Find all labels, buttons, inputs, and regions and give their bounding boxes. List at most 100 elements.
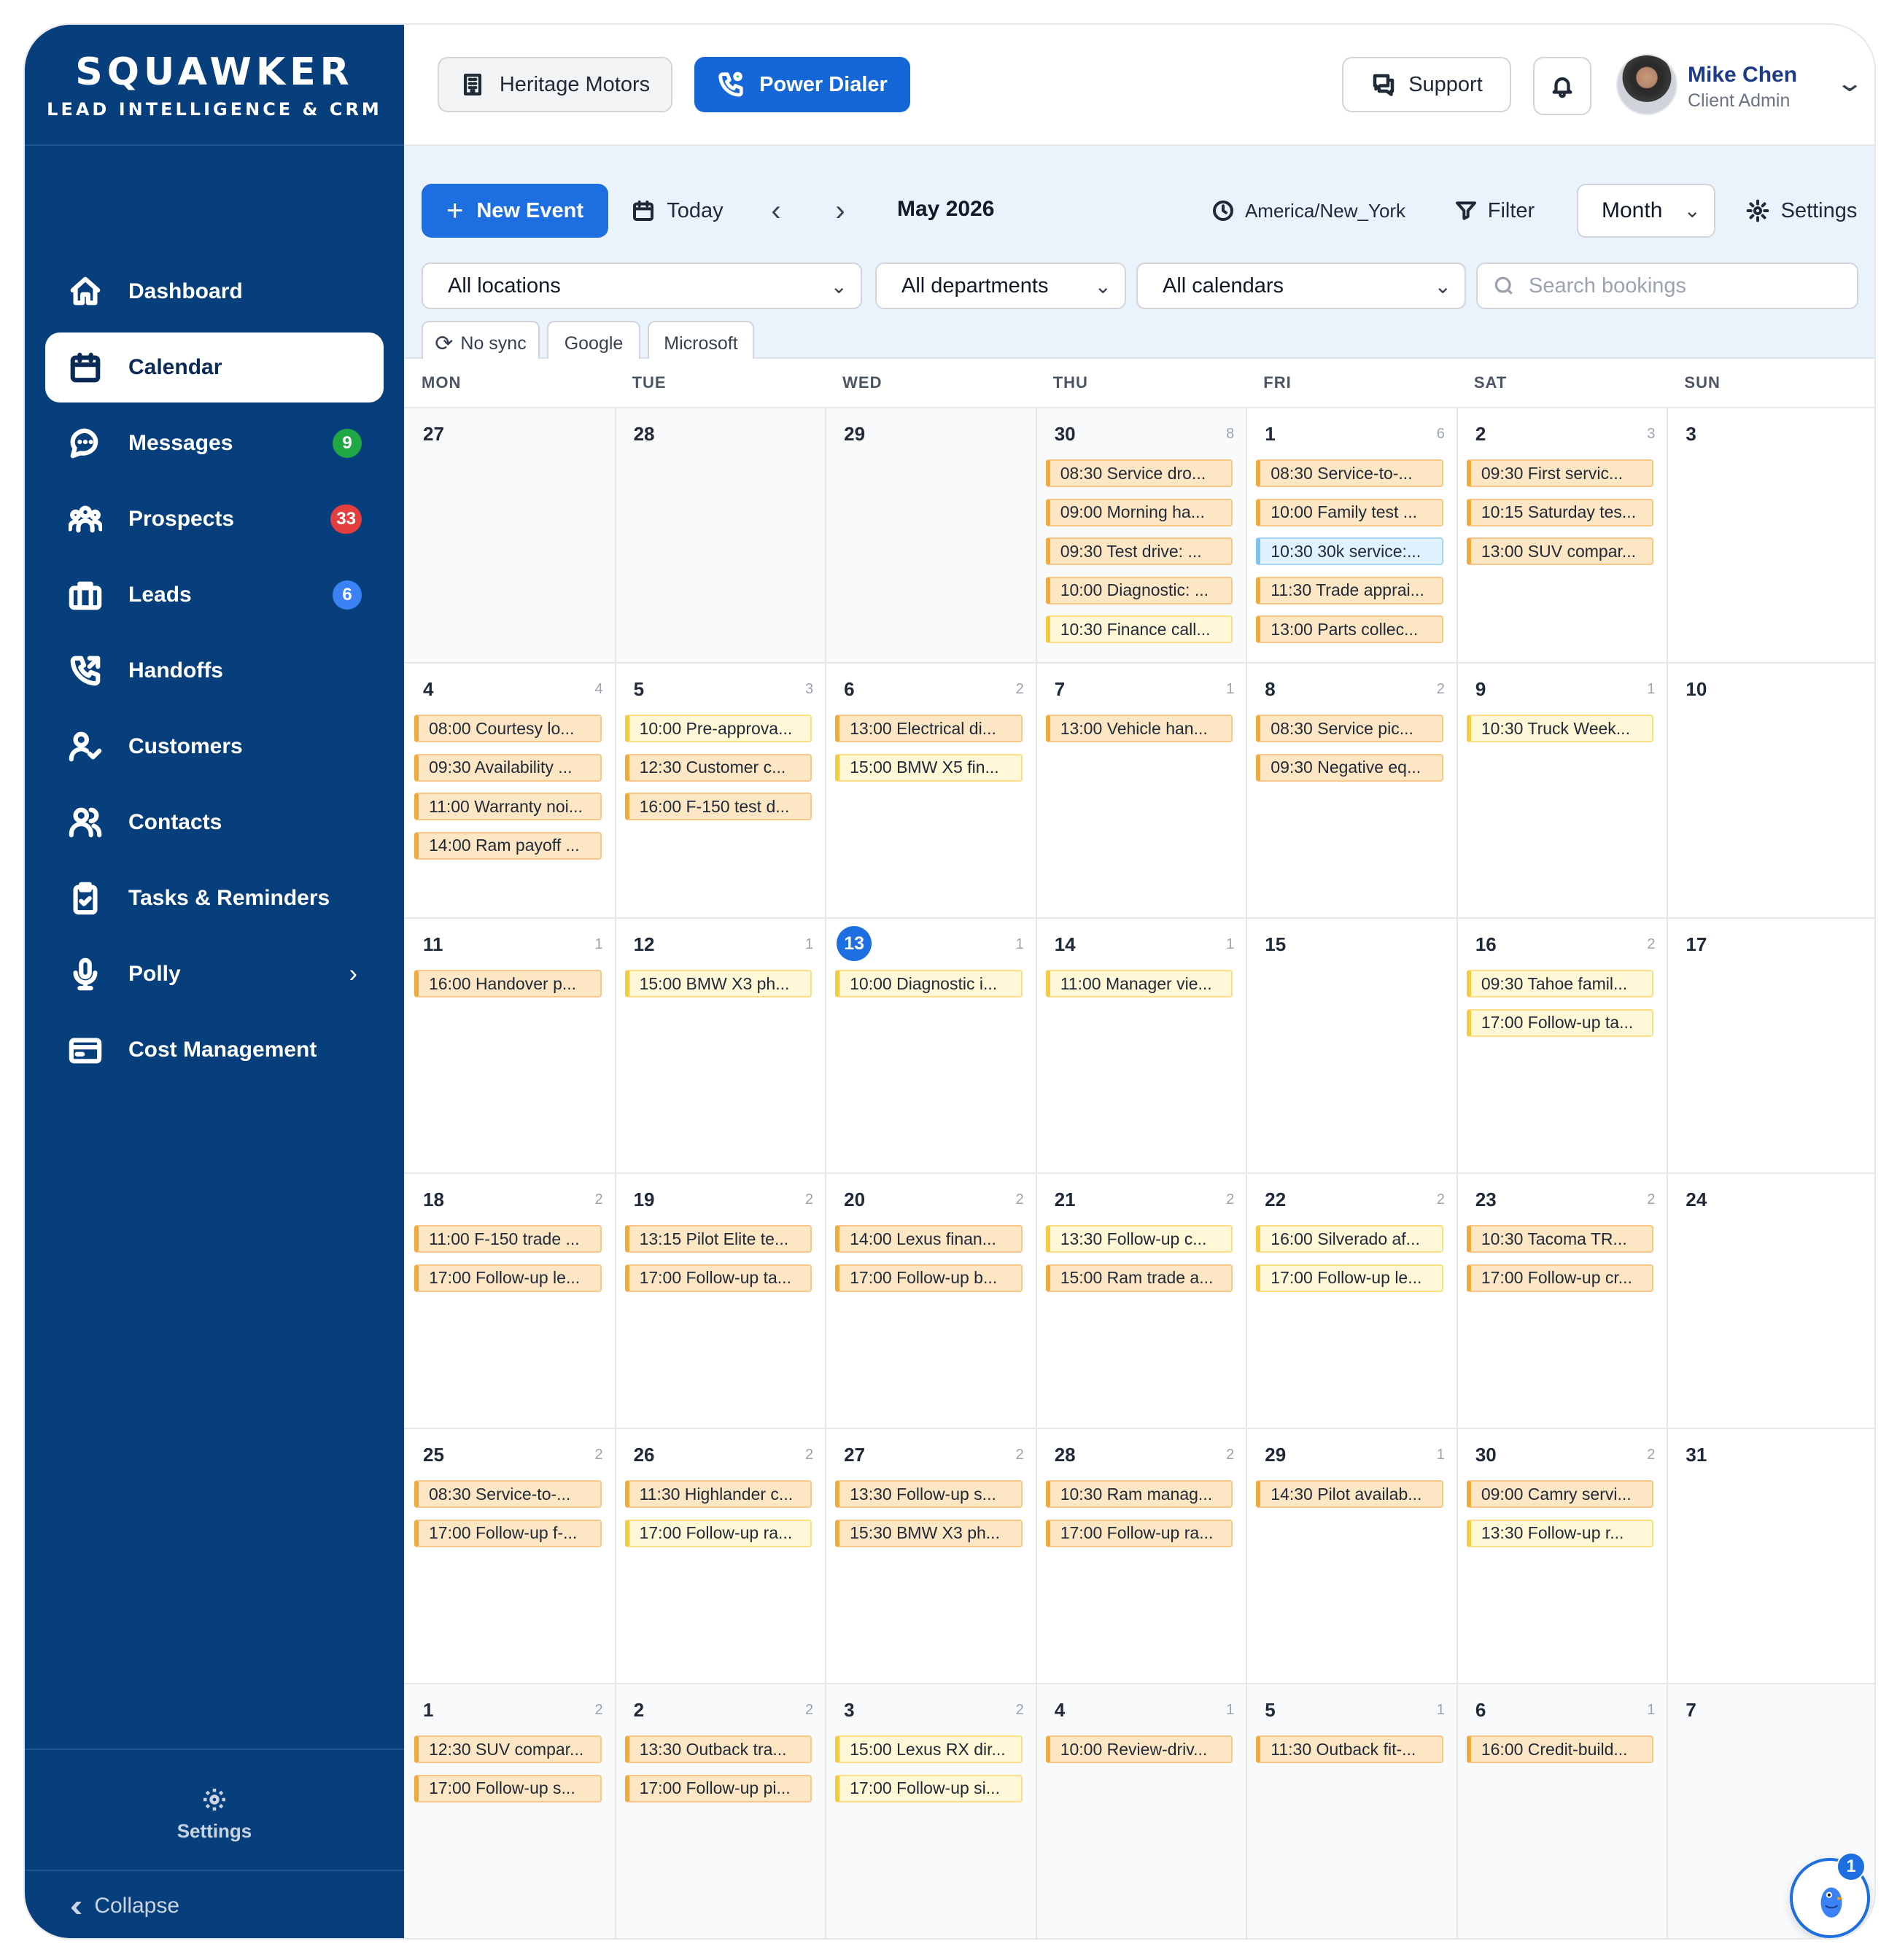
calendar-event[interactable]: 10:00 Family test ... (1256, 498, 1443, 526)
day-cell[interactable]: 26 2 11:30 Highlander c... 17:00 Follow-up … (615, 1428, 826, 1683)
calendar-event[interactable]: 15:00 BMW X5 fin... (835, 753, 1023, 782)
chevron-down-icon[interactable]: ⌄ (1835, 69, 1864, 98)
calendar-settings-button[interactable]: Settings (1729, 184, 1874, 238)
calendar-event[interactable]: 09:30 Tahoe famil... (1466, 970, 1654, 998)
calendar-event[interactable]: 16:00 F-150 test d... (624, 793, 812, 820)
day-number[interactable]: 29 (844, 423, 865, 446)
calendar-event[interactable]: 11:30 Highlander c... (624, 1480, 812, 1508)
departments-select[interactable]: All departments ⌄ (875, 262, 1126, 309)
collapse-button[interactable]: ‹‹ Collapse (25, 1870, 404, 1938)
day-number[interactable]: 6 (1475, 1699, 1486, 1722)
calendar-event[interactable]: 08:30 Service dro... (1045, 459, 1233, 487)
day-cell[interactable]: 5 1 11:30 Outback fit-... (1246, 1683, 1456, 1938)
day-cell[interactable]: 3 (1667, 407, 1874, 662)
calendar-event[interactable]: 11:00 Warranty noi... (414, 793, 602, 820)
calendar-event[interactable]: 10:30 Finance call... (1045, 615, 1233, 643)
day-cell[interactable]: 6 2 13:00 Electrical di... 15:00 BMW X5 fin… (825, 662, 1036, 917)
day-cell[interactable]: 15 (1246, 917, 1456, 1172)
day-number[interactable]: 27 (423, 423, 444, 446)
day-cell[interactable]: 2 2 13:30 Outback tra... 17:00 Follow-up pi… (614, 1683, 826, 1938)
calendar-event[interactable]: 17:00 Follow-up ta... (1466, 1008, 1654, 1037)
day-cell[interactable]: 14 1 11:00 Manager vie... (1036, 917, 1246, 1172)
sidebar-item-customers[interactable]: Customers (45, 712, 384, 782)
day-number[interactable]: 3 (844, 1699, 854, 1722)
calendar-event[interactable]: 15:00 BMW X3 ph... (624, 970, 812, 998)
day-number[interactable]: 27 (844, 1444, 865, 1466)
sidebar-item-messages[interactable]: Messages 9 (45, 408, 384, 478)
view-select[interactable]: Month ⌄ (1577, 184, 1715, 238)
day-number[interactable]: 16 (1475, 933, 1497, 956)
day-cell[interactable]: 25 2 08:30 Service-to-... 17:00 Follow-up f… (404, 1428, 615, 1683)
calendar-event[interactable]: 10:30 Tacoma TR... (1466, 1225, 1654, 1253)
calendar-event[interactable]: 08:00 Courtesy lo... (414, 715, 602, 742)
calendar-event[interactable]: 09:00 Morning ha... (1045, 498, 1233, 526)
day-number[interactable]: 2 (1475, 423, 1486, 446)
day-number[interactable]: 7 (1055, 678, 1065, 701)
calendar-event[interactable]: 13:30 Follow-up c... (1045, 1225, 1233, 1253)
calendar-event[interactable]: 14:30 Pilot availab... (1256, 1480, 1443, 1508)
calendar-event[interactable]: 13:00 Parts collec... (1256, 615, 1443, 643)
day-cell[interactable]: 29 1 14:30 Pilot availab... (1246, 1428, 1456, 1683)
calendar-event[interactable]: 17:00 Follow-up f-... (414, 1519, 602, 1547)
new-event-button[interactable]: + New Event (422, 184, 608, 238)
day-cell[interactable]: 7 1 13:00 Vehicle han... (1036, 662, 1246, 917)
day-cell[interactable]: 29 (825, 407, 1036, 662)
day-cell[interactable]: 28 2 10:30 Ram manag... 17:00 Follow-up ra.… (1036, 1428, 1246, 1683)
calendar-event[interactable]: 17:00 Follow-up ra... (1045, 1519, 1233, 1547)
power-dialer-button[interactable]: Power Dialer (694, 57, 910, 112)
day-cell[interactable]: 22 2 16:00 Silverado af... 17:00 Follow-up … (1246, 1172, 1456, 1428)
calendar-event[interactable]: 10:30 30k service:... (1256, 537, 1443, 565)
day-number[interactable]: 26 (634, 1444, 655, 1466)
day-cell[interactable]: 4 1 10:00 Review-driv... (1035, 1683, 1246, 1938)
day-cell[interactable]: 30 8 08:30 Service dro... 09:00 Morning ha.… (1035, 407, 1246, 662)
calendar-event[interactable]: 14:00 Lexus finan... (835, 1225, 1023, 1253)
day-cell[interactable]: 11 1 16:00 Handover p... (404, 917, 615, 1172)
calendar-event[interactable]: 16:00 Silverado af... (1256, 1225, 1443, 1253)
sidebar-settings-button[interactable]: Settings (25, 1749, 404, 1870)
day-cell[interactable]: 3 2 15:00 Lexus RX dir... 17:00 Follow-up s… (825, 1683, 1036, 1938)
calendar-event[interactable]: 10:00 Diagnostic i... (835, 970, 1023, 998)
day-number[interactable]: 25 (423, 1444, 444, 1466)
day-cell[interactable]: 12 1 15:00 BMW X3 ph... (615, 917, 826, 1172)
calendar-event[interactable]: 13:00 SUV compar... (1466, 537, 1654, 565)
calendar-event[interactable]: 17:00 Follow-up ra... (624, 1519, 812, 1547)
day-cell[interactable]: 30 2 09:00 Camry servi... 13:30 Follow-up r… (1456, 1428, 1667, 1683)
calendar-event[interactable]: 10:00 Pre-approva... (624, 715, 812, 742)
next-month-button[interactable]: › (818, 184, 862, 238)
sidebar-item-tasks-reminders[interactable]: Tasks & Reminders (45, 863, 384, 933)
calendar-event[interactable]: 11:30 Trade apprai... (1256, 576, 1443, 604)
day-number[interactable]: 7 (1686, 1699, 1696, 1722)
day-number[interactable]: 1 (1265, 423, 1275, 446)
calendar-event[interactable]: 09:30 Negative eq... (1256, 753, 1443, 782)
day-number[interactable]: 18 (423, 1189, 444, 1211)
calendar-event[interactable]: 13:00 Electrical di... (835, 715, 1023, 742)
sidebar-item-prospects[interactable]: Prospects 33 (45, 484, 384, 554)
calendar-event[interactable]: 12:30 Customer c... (624, 753, 812, 782)
day-cell[interactable]: 17 (1667, 917, 1874, 1172)
day-number[interactable]: 30 (1475, 1444, 1497, 1466)
sidebar-item-polly[interactable]: Polly › (45, 939, 384, 1009)
day-number[interactable]: 28 (1055, 1444, 1076, 1466)
calendar-event[interactable]: 09:00 Camry servi... (1466, 1480, 1654, 1508)
day-number[interactable]: 2 (634, 1699, 644, 1722)
calendar-event[interactable]: 13:15 Pilot Elite te... (624, 1225, 812, 1253)
day-number[interactable]: 3 (1686, 423, 1696, 446)
locations-select[interactable]: All locations ⌄ (422, 262, 862, 309)
support-button[interactable]: Support (1342, 57, 1511, 112)
calendar-event[interactable]: 17:00 Follow-up le... (1256, 1264, 1443, 1292)
day-number[interactable]: 11 (423, 933, 443, 956)
day-cell[interactable]: 27 (404, 407, 615, 662)
day-number[interactable]: 17 (1686, 933, 1707, 956)
day-number[interactable]: 10 (1686, 678, 1707, 701)
day-cell[interactable]: 31 (1667, 1428, 1874, 1683)
day-number[interactable]: 29 (1265, 1444, 1286, 1466)
sidebar-item-handoffs[interactable]: Handoffs (45, 636, 384, 706)
day-cell[interactable]: 2 3 09:30 First servic... 10:15 Saturday te… (1456, 407, 1667, 662)
day-cell[interactable]: 13 1 10:00 Diagnostic i... (825, 917, 1036, 1172)
day-number[interactable]: 28 (634, 423, 655, 446)
calendar-event[interactable]: 15:00 Lexus RX dir... (835, 1735, 1023, 1763)
calendar-event[interactable]: 10:30 Ram manag... (1045, 1480, 1233, 1508)
notifications-button[interactable] (1533, 57, 1591, 115)
day-cell[interactable]: 21 2 13:30 Follow-up c... 15:00 Ram trade a… (1036, 1172, 1246, 1428)
day-cell[interactable]: 24 (1667, 1172, 1874, 1428)
